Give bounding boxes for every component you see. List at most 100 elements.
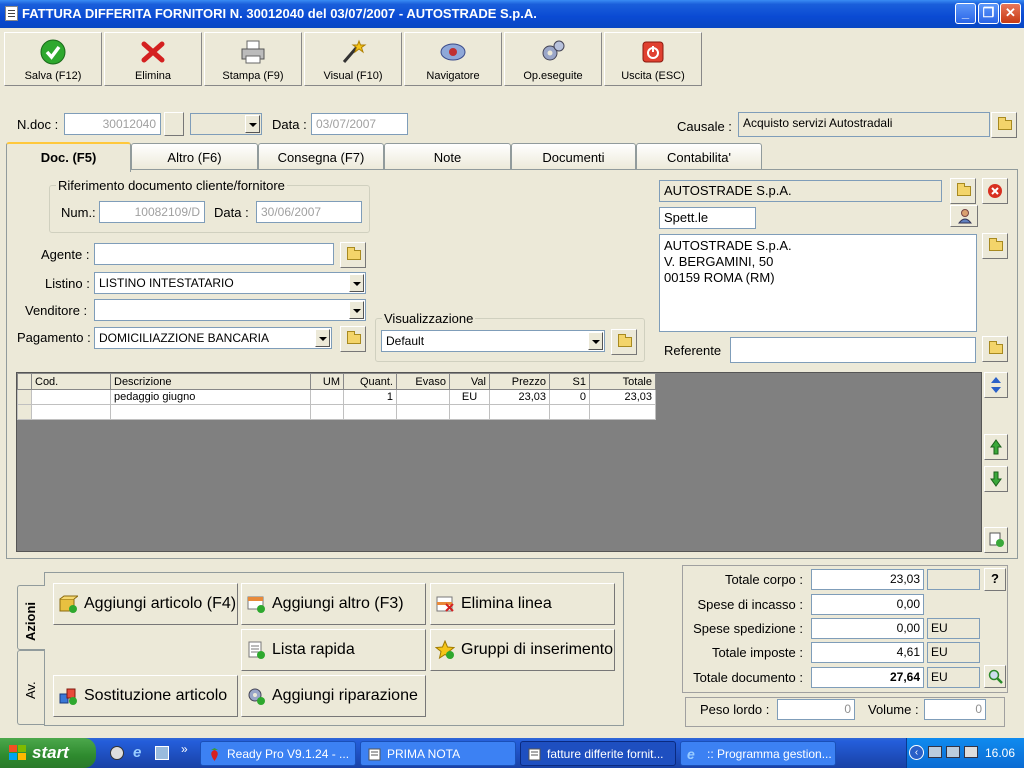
cell-s1[interactable]: 0 [549,389,590,405]
supplier-address-field[interactable]: AUTOSTRADE S.p.A. V. BERGAMINI, 50 00159… [659,234,977,332]
start-button[interactable]: start [0,738,96,768]
cell-totale[interactable]: 23,03 [589,389,656,405]
navigator-button[interactable]: Navigatore [404,32,502,86]
table-row[interactable]: pedaggio giugno 1 EU 23,03 0 23,03 [17,389,656,405]
cell-prezzo[interactable]: 23,03 [489,389,550,405]
quicklaunch-more-button[interactable]: » [181,742,188,756]
print-button[interactable]: Stampa (F9) [204,32,302,86]
help-button[interactable]: ? [984,568,1006,591]
add-article-button[interactable]: Aggiungi articolo (F4) [53,583,238,625]
task-prima-nota[interactable]: PRIMA NOTA [360,741,516,766]
maximize-button[interactable]: ❐ [978,3,999,24]
col-header-totale[interactable]: Totale [589,373,656,390]
supplier-name-field[interactable]: AUTOSTRADE S.p.A. [659,180,942,202]
delete-line-button[interactable]: Elimina linea [430,583,615,625]
rif-date-field[interactable]: 30/06/2007 [256,201,362,223]
cell-cod[interactable] [31,404,111,420]
cell-val[interactable]: EU [449,389,490,405]
causale-field[interactable]: Acquisto servizi Autostradali [738,112,990,137]
tab-av[interactable]: Av. [17,650,45,725]
supplier-browse-button[interactable] [950,178,976,204]
ndoc-lookup-button[interactable] [164,112,184,136]
zoom-button[interactable] [984,665,1006,688]
internet-explorer-icon[interactable]: e [133,744,149,761]
visualizzazione-browse-button[interactable] [611,329,637,355]
network-icon[interactable] [928,746,942,758]
col-header-evaso[interactable]: Evaso [396,373,450,390]
agente-browse-button[interactable] [340,242,366,268]
referente-browse-button[interactable] [982,336,1008,362]
cell-s1[interactable] [549,404,590,420]
ndoc-field[interactable]: 30012040 [64,113,161,135]
col-header-val[interactable]: Val [449,373,490,390]
address-browse-button[interactable] [982,233,1008,259]
col-header-quant[interactable]: Quant. [343,373,397,390]
referente-field[interactable] [730,337,976,363]
line-items-grid[interactable]: Cod. Descrizione UM Quant. Evaso Val Pre… [16,372,982,552]
media-player-icon[interactable] [110,746,124,760]
salutation-field[interactable]: Spett.le [659,207,756,229]
refresh-lines-button[interactable] [984,527,1008,553]
cell-um[interactable] [310,389,344,405]
rif-num-field[interactable]: 10082109/D [99,201,205,223]
supplier-clear-button[interactable] [982,178,1008,204]
cell-prezzo[interactable] [489,404,550,420]
venditore-select[interactable] [94,299,366,321]
visualizzazione-select[interactable]: Default [381,330,605,352]
close-button[interactable]: ✕ [1000,3,1021,24]
move-down-button[interactable] [984,466,1008,492]
tab-note[interactable]: Note [384,143,511,170]
col-header-cod[interactable]: Cod. [31,373,111,390]
cell-descrizione[interactable]: pedaggio giugno [110,389,311,405]
cell-val[interactable] [449,404,490,420]
cell-totale[interactable] [589,404,656,420]
task-fatture-differite[interactable]: fatture differite fornit... [520,741,676,766]
cell-descrizione[interactable] [110,404,311,420]
peso-lordo-value[interactable]: 0 [777,699,855,720]
cell-quant[interactable]: 1 [343,389,397,405]
tab-azioni[interactable]: Azioni [17,585,45,650]
date-field[interactable]: 03/07/2007 [311,113,408,135]
tab-altro[interactable]: Altro (F6) [131,143,258,170]
col-header-prezzo[interactable]: Prezzo [489,373,550,390]
tab-doc[interactable]: Doc. (F5) [6,142,131,172]
cell-evaso[interactable] [396,404,450,420]
tab-contabilita[interactable]: Contabilita' [636,143,762,170]
cell-um[interactable] [310,404,344,420]
tab-consegna[interactable]: Consegna (F7) [258,143,384,170]
reorder-button[interactable] [984,372,1008,398]
save-button[interactable]: Salva (F12) [4,32,102,86]
add-repair-button[interactable]: Aggiungi riparazione [241,675,426,717]
move-up-button[interactable] [984,434,1008,460]
task-programma-gestione[interactable]: e :: Programma gestion... [680,741,836,766]
insert-groups-button[interactable]: Gruppi di inserimento [430,629,615,671]
replace-article-button[interactable]: Sostituzione articolo [53,675,238,717]
cell-evaso[interactable] [396,389,450,405]
agente-field[interactable] [94,243,334,265]
col-header-descrizione[interactable]: Descrizione [110,373,311,390]
clock[interactable]: 16.06 [985,746,1015,760]
delete-button[interactable]: Elimina [104,32,202,86]
quick-list-button[interactable]: Lista rapida [241,629,426,671]
tab-documenti[interactable]: Documenti [511,143,636,170]
speaker-icon[interactable] [964,746,978,758]
listino-select[interactable]: LISTINO INTESTATARIO [94,272,366,294]
pagamento-browse-button[interactable] [340,326,366,352]
table-row[interactable] [17,404,656,420]
tray-expand-icon[interactable]: ‹ [909,745,924,760]
cell-quant[interactable] [343,404,397,420]
network-icon[interactable] [946,746,960,758]
cell-cod[interactable] [31,389,111,405]
ndoc-series-select[interactable] [190,113,262,135]
volume-value[interactable]: 0 [924,699,986,720]
col-header-um[interactable]: UM [310,373,344,390]
contact-button[interactable] [950,205,978,227]
spese-incasso-value[interactable]: 0,00 [811,594,924,615]
pagamento-select[interactable]: DOMICILIAZZIONE BANCARIA [94,327,332,349]
exit-button[interactable]: Uscita (ESC) [604,32,702,86]
minimize-button[interactable]: _ [955,3,976,24]
spese-spedizione-value[interactable]: 0,00 [811,618,924,639]
add-other-button[interactable]: Aggiungi altro (F3) [241,583,426,625]
outlook-icon[interactable] [155,746,169,760]
visual-button[interactable]: Visual (F10) [304,32,402,86]
